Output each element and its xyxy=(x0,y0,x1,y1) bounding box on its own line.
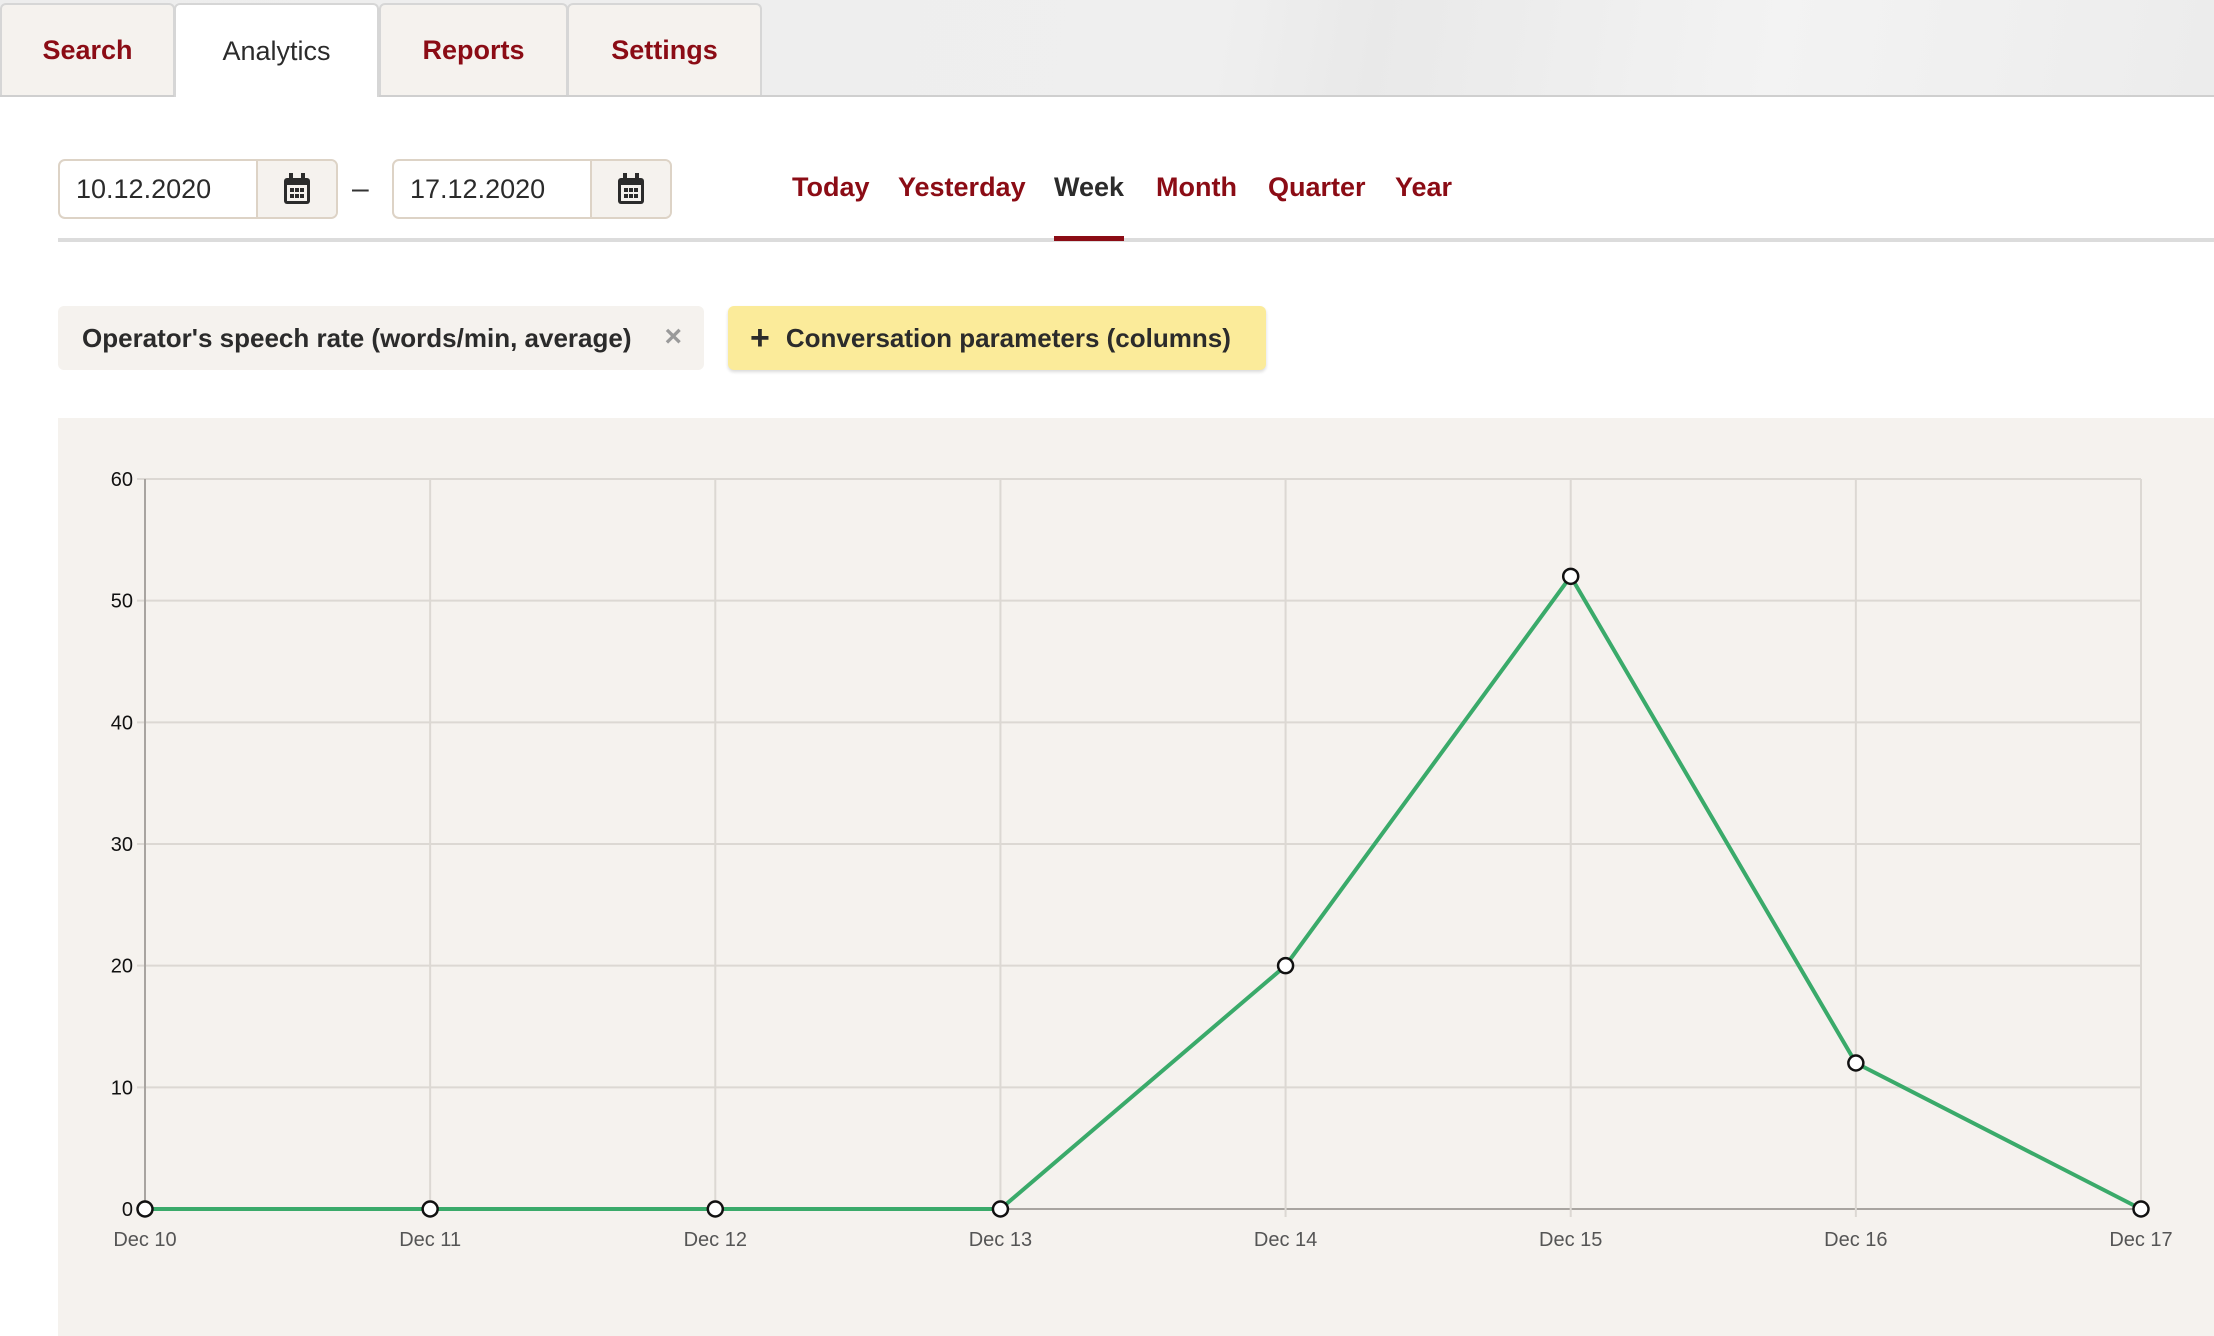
data-point xyxy=(1847,1054,1865,1072)
data-point xyxy=(136,1200,154,1218)
y-tick-label: 60 xyxy=(111,469,133,491)
x-tick-label: Dec 13 xyxy=(969,1229,1032,1251)
tab-reports[interactable]: Reports xyxy=(379,3,568,95)
active-period-indicator xyxy=(1054,236,1124,241)
period-month[interactable]: Month xyxy=(1156,172,1237,203)
data-point xyxy=(706,1200,725,1218)
metric-filter-label: Operator's speech rate (words/min, avera… xyxy=(82,322,632,353)
add-button-label: Conversation parameters (columns) xyxy=(785,322,1231,353)
date-from-value[interactable]: 10.12.2020 xyxy=(76,161,211,217)
date-range-separator: – xyxy=(352,172,369,205)
date-to-field[interactable]: 17.12.2020 xyxy=(392,159,672,219)
tab-search[interactable]: Search xyxy=(0,3,175,95)
data-point xyxy=(2132,1200,2150,1218)
y-tick-label: 10 xyxy=(111,1077,133,1099)
x-tick-label: Dec 14 xyxy=(1254,1229,1317,1251)
calendar-icon xyxy=(618,173,644,204)
period-today[interactable]: Today xyxy=(792,172,870,203)
x-tick-label: Dec 16 xyxy=(1824,1229,1887,1251)
metric-filter-chip: Operator's speech rate (words/min, avera… xyxy=(58,306,704,370)
tab-label: Analytics xyxy=(222,35,331,66)
date-to-value[interactable]: 17.12.2020 xyxy=(410,161,545,217)
data-point xyxy=(991,1200,1010,1218)
date-from-field[interactable]: 10.12.2020 xyxy=(58,159,338,219)
tab-label: Settings xyxy=(611,34,718,65)
data-point xyxy=(1561,567,1580,586)
period-quarter[interactable]: Quarter xyxy=(1268,172,1366,203)
plus-icon: + xyxy=(750,319,770,357)
x-tick-label: Dec 10 xyxy=(113,1229,176,1251)
tab-analytics[interactable]: Analytics xyxy=(174,3,379,97)
y-tick-label: 40 xyxy=(111,712,133,734)
period-week[interactable]: Week xyxy=(1054,172,1124,203)
chart-panel: 0 10 20 30 40 50 60 Dec 10 Dec 11 Dec 12 Dec 13 Dec… xyxy=(58,418,2214,1336)
y-tick-label: 0 xyxy=(122,1199,133,1221)
data-point xyxy=(1276,956,1295,975)
x-tick-label: Dec 15 xyxy=(1539,1229,1602,1251)
series-line xyxy=(145,574,2142,1211)
tab-settings[interactable]: Settings xyxy=(567,3,762,95)
calendar-icon xyxy=(284,173,310,204)
y-tick-label: 50 xyxy=(111,591,133,613)
period-yesterday[interactable]: Yesterday xyxy=(898,172,1026,203)
tab-label: Reports xyxy=(422,34,525,65)
x-tick-label: Dec 12 xyxy=(684,1229,747,1251)
y-tick-label: 30 xyxy=(111,834,133,856)
add-conversation-parameters-button[interactable]: + Conversation parameters (columns) xyxy=(728,306,1266,370)
x-tick-label: Dec 17 xyxy=(2109,1229,2172,1251)
x-tick-label: Dec 11 xyxy=(399,1229,461,1251)
line-chart: 0 10 20 30 40 50 60 Dec 10 Dec 11 Dec 12 Dec 13 Dec… xyxy=(111,469,2173,1251)
top-nav-bar: Search Analytics Reports Settings xyxy=(0,0,2214,97)
data-point xyxy=(421,1200,439,1218)
date-to-calendar-button[interactable] xyxy=(590,161,670,217)
tab-label: Search xyxy=(42,34,133,65)
period-year[interactable]: Year xyxy=(1395,172,1452,203)
close-icon[interactable]: × xyxy=(664,320,682,354)
y-tick-label: 20 xyxy=(111,956,133,978)
date-from-calendar-button[interactable] xyxy=(256,161,336,217)
period-tabs-divider xyxy=(58,238,2214,242)
